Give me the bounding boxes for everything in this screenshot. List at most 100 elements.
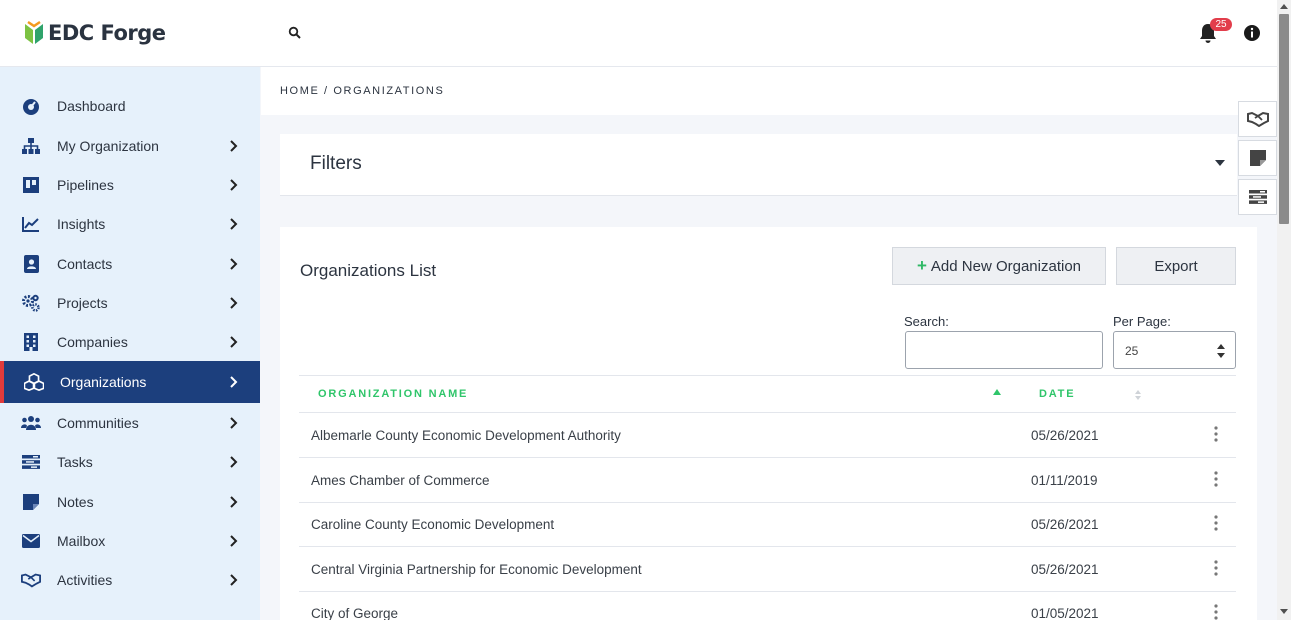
filters-panel[interactable]: Filters bbox=[280, 134, 1237, 196]
top-header: EDC Forge 25 bbox=[0, 0, 1277, 67]
sidebar-item-contacts[interactable]: Contacts bbox=[0, 244, 260, 284]
organization-date: 05/26/2021 bbox=[1031, 517, 1099, 532]
table-row[interactable]: Central Virginia Partnership for Economi… bbox=[299, 547, 1236, 592]
sidebar: Dashboard My Organization Pipelines Insi… bbox=[0, 67, 260, 620]
sidebar-item-organizations[interactable]: Organizations bbox=[0, 361, 260, 403]
add-new-organization-button[interactable]: + Add New Organization bbox=[892, 247, 1106, 285]
tasks-icon bbox=[1248, 190, 1267, 204]
search-input[interactable] bbox=[905, 331, 1103, 369]
sticky-note-icon bbox=[1249, 150, 1266, 166]
tasks-shortcut-button[interactable] bbox=[1238, 179, 1277, 215]
sidebar-item-activities[interactable]: Activities bbox=[0, 560, 260, 600]
filters-title: Filters bbox=[310, 153, 362, 174]
sidebar-item-label: Notes bbox=[57, 494, 94, 510]
sort-icon[interactable] bbox=[1134, 389, 1142, 401]
sidebar-item-pipelines[interactable]: Pipelines bbox=[0, 165, 260, 205]
export-button-label: Export bbox=[1154, 257, 1198, 275]
chart-line-icon bbox=[21, 214, 41, 234]
list-title: Organizations List bbox=[300, 261, 437, 280]
sidebar-item-tasks[interactable]: Tasks bbox=[0, 442, 260, 482]
info-icon[interactable] bbox=[1243, 24, 1261, 42]
sidebar-item-label: Communities bbox=[57, 415, 139, 431]
sidebar-item-label: Pipelines bbox=[57, 177, 114, 193]
chevron-right-icon bbox=[230, 574, 238, 586]
notification-badge[interactable]: 25 bbox=[1210, 18, 1232, 31]
more-vertical-icon[interactable] bbox=[1213, 471, 1219, 487]
scroll-up-arrow-icon[interactable] bbox=[1280, 4, 1288, 9]
add-button-label: Add New Organization bbox=[930, 257, 1082, 275]
chevron-right-icon bbox=[230, 376, 238, 388]
organization-date: 05/26/2021 bbox=[1031, 428, 1099, 443]
board-icon bbox=[21, 175, 41, 195]
cubes-icon bbox=[24, 372, 44, 392]
sort-ascending-icon[interactable] bbox=[993, 389, 1001, 395]
sidebar-item-communities[interactable]: Communities bbox=[0, 403, 260, 443]
building-icon bbox=[21, 332, 41, 352]
chevron-right-icon bbox=[230, 456, 238, 468]
handshake-icon bbox=[1246, 111, 1269, 127]
chevron-right-icon bbox=[230, 535, 238, 547]
sidebar-item-my-organization[interactable]: My Organization bbox=[0, 126, 260, 166]
handshake-icon bbox=[21, 570, 41, 590]
contact-card-icon bbox=[21, 254, 41, 274]
sidebar-item-notes[interactable]: Notes bbox=[0, 482, 260, 522]
sidebar-item-insights[interactable]: Insights bbox=[0, 204, 260, 244]
sidebar-item-label: Contacts bbox=[57, 256, 113, 272]
sidebar-item-label: Companies bbox=[57, 334, 128, 350]
sidebar-item-companies[interactable]: Companies bbox=[0, 322, 260, 362]
tasks-icon bbox=[21, 452, 41, 472]
sidebar-item-label: Projects bbox=[57, 295, 108, 311]
sitemap-icon bbox=[21, 136, 41, 156]
organization-name[interactable]: Caroline County Economic Development bbox=[311, 517, 554, 532]
scrollbar-thumb[interactable] bbox=[1279, 14, 1289, 224]
search-icon[interactable] bbox=[288, 26, 302, 40]
activities-shortcut-button[interactable] bbox=[1238, 101, 1277, 137]
edc-forge-logo-icon bbox=[25, 20, 43, 44]
sidebar-item-label: Dashboard bbox=[57, 98, 126, 114]
users-icon bbox=[21, 413, 41, 433]
table-row[interactable]: City of George 01/05/2021 bbox=[299, 591, 1236, 620]
per-page-value: 25 bbox=[1125, 344, 1139, 358]
more-vertical-icon[interactable] bbox=[1213, 426, 1219, 442]
table-header: ORGANIZATION NAME DATE bbox=[299, 375, 1236, 413]
gears-icon bbox=[21, 293, 41, 313]
table-row[interactable]: Ames Chamber of Commerce 01/11/2019 bbox=[299, 458, 1236, 503]
sidebar-item-label: Tasks bbox=[57, 454, 93, 470]
organization-date: 01/11/2019 bbox=[1031, 473, 1098, 488]
sidebar-item-label: My Organization bbox=[57, 138, 159, 154]
organization-name[interactable]: Central Virginia Partnership for Economi… bbox=[311, 562, 642, 577]
notes-shortcut-button[interactable] bbox=[1238, 140, 1277, 176]
chevron-right-icon bbox=[230, 336, 238, 348]
more-vertical-icon[interactable] bbox=[1213, 515, 1219, 531]
column-header-organization-name[interactable]: ORGANIZATION NAME bbox=[318, 388, 468, 400]
sticky-note-icon bbox=[21, 492, 41, 512]
caret-down-icon[interactable] bbox=[1215, 160, 1225, 166]
organization-name[interactable]: Albemarle County Economic Development Au… bbox=[311, 428, 621, 443]
organization-date: 05/26/2021 bbox=[1031, 562, 1099, 577]
per-page-select[interactable]: 25 bbox=[1113, 331, 1236, 369]
chevron-right-icon bbox=[230, 417, 238, 429]
sidebar-item-dashboard[interactable]: Dashboard bbox=[0, 86, 260, 126]
dashboard-icon bbox=[21, 96, 41, 116]
table-row[interactable]: Caroline County Economic Development 05/… bbox=[299, 502, 1236, 547]
scroll-down-arrow-icon[interactable] bbox=[1280, 609, 1288, 614]
logo[interactable]: EDC Forge bbox=[24, 20, 166, 46]
more-vertical-icon[interactable] bbox=[1213, 604, 1219, 620]
sidebar-item-mailbox[interactable]: Mailbox bbox=[0, 521, 260, 561]
sidebar-item-label: Organizations bbox=[60, 374, 147, 390]
plus-icon: + bbox=[916, 256, 927, 275]
organization-name[interactable]: Ames Chamber of Commerce bbox=[311, 473, 490, 488]
export-button[interactable]: Export bbox=[1116, 247, 1236, 285]
search-label: Search: bbox=[904, 314, 949, 329]
table-row[interactable]: Albemarle County Economic Development Au… bbox=[299, 413, 1236, 458]
breadcrumb[interactable]: HOME / ORGANIZATIONS bbox=[280, 85, 444, 97]
chevron-right-icon bbox=[230, 218, 238, 230]
sidebar-item-projects[interactable]: Projects bbox=[0, 283, 260, 323]
per-page-label: Per Page: bbox=[1113, 314, 1171, 329]
select-arrows-icon bbox=[1217, 344, 1225, 358]
column-header-date[interactable]: DATE bbox=[1039, 388, 1075, 400]
chevron-right-icon bbox=[230, 258, 238, 270]
chevron-right-icon bbox=[230, 179, 238, 191]
organization-name[interactable]: City of George bbox=[311, 606, 398, 620]
more-vertical-icon[interactable] bbox=[1213, 560, 1219, 576]
